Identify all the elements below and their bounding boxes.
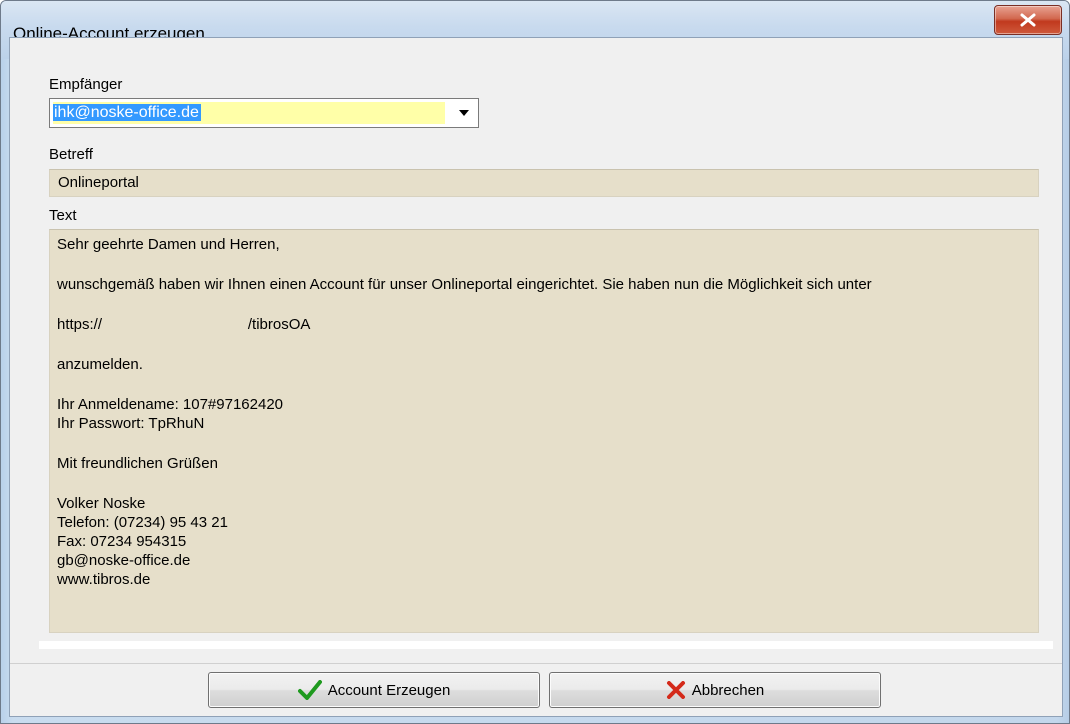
text-line: Mit freundlichen Grüßen [57,455,218,472]
create-account-button[interactable]: Account Erzeugen [208,672,540,708]
message-textarea[interactable]: Sehr geehrte Damen und Herren, wunschgem… [49,229,1039,633]
text-line: wunschgemäß haben wir Ihnen einen Accoun… [57,276,872,293]
cancel-button[interactable]: Abbrechen [549,672,881,708]
close-x-icon [1019,13,1037,27]
text-line: Ihr Anmeldename: 107#97162420 [57,396,284,413]
text-line: https:// /tibrosOA [57,316,311,333]
create-account-label: Account Erzeugen [327,681,451,699]
recipient-combobox[interactable]: ihk@noske-office.de [49,98,479,128]
recipient-label: Empfänger [49,76,123,93]
chevron-down-icon [459,110,469,116]
dropdown-arrow-button[interactable] [452,102,476,124]
checkmark-icon [297,680,322,700]
text-line: www.tibros.de [57,571,151,588]
cancel-label: Abbrechen [691,681,765,699]
recipient-selected-text: ihk@noske-office.de [53,104,201,121]
subject-field[interactable]: Onlineportal [49,169,1039,197]
dialog-window: Online-Account erzeugen Empfänger ihk@no… [0,0,1070,724]
text-line: anzumelden. [57,356,143,373]
text-line: Volker Noske [57,495,146,512]
text-line: Fax: 07234 954315 [57,533,187,550]
recipient-value[interactable]: ihk@noske-office.de [53,102,445,124]
text-line: Telefon: (07234) 95 43 21 [57,514,228,531]
text-line: Sehr geehrte Damen und Herren, [57,236,280,253]
text-line: Ihr Passwort: TpRhuN [57,415,205,432]
text-line: gb@noske-office.de [57,552,191,569]
button-area-separator [10,663,1062,664]
close-button[interactable] [994,5,1062,35]
panel-divider [39,641,1053,649]
red-x-icon [666,681,686,699]
dialog-client-area: Empfänger ihk@noske-office.de Betreff On… [9,37,1063,717]
text-label: Text [49,207,77,224]
subject-label: Betreff [49,146,93,163]
